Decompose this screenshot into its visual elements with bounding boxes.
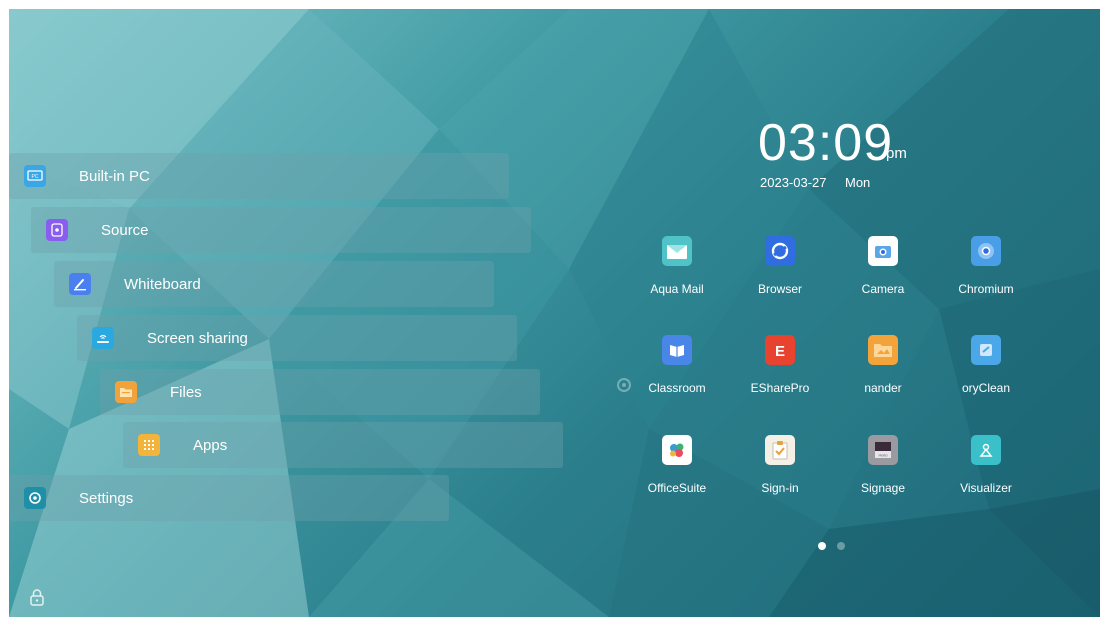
visualizer-icon bbox=[971, 435, 1001, 465]
signage-icon: Hello bbox=[868, 435, 898, 465]
svg-text:E: E bbox=[775, 343, 785, 359]
classroom-icon bbox=[662, 335, 692, 365]
memory-clean-icon bbox=[971, 335, 1001, 365]
app-chromium[interactable]: Chromium bbox=[936, 236, 1036, 306]
app-classroom[interactable]: Classroom bbox=[627, 335, 727, 405]
menu-item-label: Whiteboard bbox=[124, 275, 201, 293]
app-esharepro[interactable]: E ESharePro bbox=[730, 335, 830, 405]
mail-icon bbox=[662, 236, 692, 266]
whiteboard-icon bbox=[69, 273, 91, 295]
svg-text:Hello: Hello bbox=[878, 453, 888, 458]
menu-item-files[interactable]: Files bbox=[100, 369, 540, 415]
svg-text:PC: PC bbox=[32, 174, 39, 180]
menu-item-label: Source bbox=[101, 221, 149, 239]
menu-item-label: Apps bbox=[193, 436, 228, 454]
clock-time: 03:09 bbox=[758, 114, 894, 172]
sign-in-icon bbox=[765, 435, 795, 465]
app-label: Signage bbox=[860, 481, 906, 495]
menu-item-source[interactable]: Source bbox=[31, 207, 531, 253]
officesuite-icon bbox=[662, 435, 692, 465]
app-file-manager[interactable]: nander bbox=[833, 335, 933, 405]
launcher-screen: PC Built-in PC Source Whiteboard Screen … bbox=[9, 9, 1100, 617]
menu-item-built-in-pc[interactable]: PC Built-in PC bbox=[9, 153, 509, 199]
source-icon bbox=[46, 219, 68, 241]
app-sign-in[interactable]: Sign-in bbox=[730, 435, 830, 505]
app-label: Classroom bbox=[648, 381, 706, 395]
app-officesuite[interactable]: OfficeSuite bbox=[627, 435, 727, 505]
app-signage[interactable]: Hello Signage bbox=[833, 435, 933, 505]
menu-item-apps[interactable]: Apps bbox=[123, 422, 563, 468]
chromium-icon bbox=[971, 236, 1001, 266]
screen-sharing-icon bbox=[92, 327, 114, 349]
apps-grid-icon bbox=[138, 434, 160, 456]
app-label: Chromium bbox=[958, 282, 1014, 296]
app-label: Camera bbox=[861, 282, 905, 296]
browser-icon bbox=[765, 236, 795, 266]
settings-icon bbox=[24, 487, 46, 509]
app-visualizer[interactable]: Visualizer bbox=[936, 435, 1036, 505]
clock-day: Mon bbox=[845, 175, 871, 190]
app-memory-clean[interactable]: oryClean bbox=[936, 335, 1036, 405]
app-label: Browser bbox=[757, 282, 802, 296]
menu-item-settings[interactable]: Settings bbox=[9, 475, 449, 521]
app-label: Aqua Mail bbox=[650, 282, 704, 296]
app-label: ESharePro bbox=[750, 381, 810, 395]
menu-item-label: Settings bbox=[79, 489, 134, 507]
file-manager-icon bbox=[868, 335, 898, 365]
folder-icon bbox=[115, 381, 137, 403]
pc-icon: PC bbox=[24, 165, 46, 187]
page-dot-2[interactable] bbox=[837, 542, 845, 550]
app-camera[interactable]: Camera bbox=[833, 236, 933, 306]
app-label: OfficeSuite bbox=[647, 481, 707, 495]
menu-item-label: Files bbox=[170, 383, 202, 401]
eshare-icon: E bbox=[765, 335, 795, 365]
polygon-wallpaper bbox=[9, 9, 1100, 617]
app-label: Visualizer bbox=[960, 481, 1012, 495]
lock-icon[interactable] bbox=[27, 587, 47, 607]
app-label: nander bbox=[864, 381, 902, 395]
clock-ampm: pm bbox=[886, 145, 907, 162]
menu-item-screen-sharing[interactable]: Screen sharing bbox=[77, 315, 517, 361]
app-browser[interactable]: Browser bbox=[730, 236, 830, 306]
menu-item-label: Screen sharing bbox=[147, 329, 248, 347]
menu-item-label: Built-in PC bbox=[79, 167, 150, 185]
menu-item-whiteboard[interactable]: Whiteboard bbox=[54, 261, 494, 307]
clock-date: 2023-03-27 bbox=[760, 175, 827, 190]
camera-icon bbox=[868, 236, 898, 266]
app-aqua-mail[interactable]: Aqua Mail bbox=[627, 236, 727, 306]
page-dot-1[interactable] bbox=[818, 542, 826, 550]
app-label: Sign-in bbox=[761, 481, 799, 495]
app-label: oryClean bbox=[961, 381, 1011, 395]
